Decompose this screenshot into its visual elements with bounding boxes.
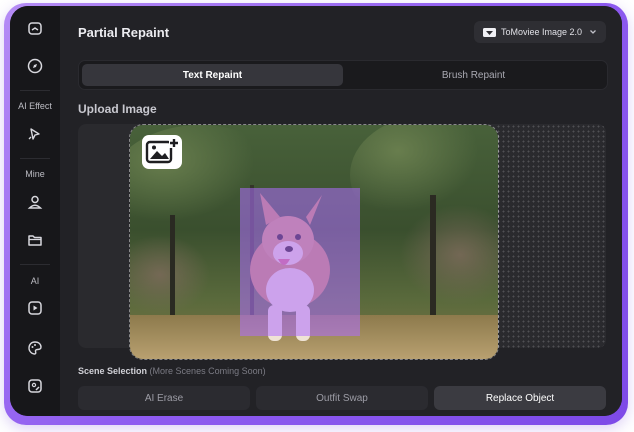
sidebar-divider [20, 264, 50, 265]
app-window: AI Effect Mine AI Partial Repaint ToMovi… [10, 6, 622, 416]
sidebar-divider [20, 158, 50, 159]
main-panel: Partial Repaint ToMoviee Image 2.0 Text … [60, 6, 622, 416]
repaint-mask-overlay[interactable] [240, 188, 360, 336]
user-icon[interactable] [23, 190, 47, 214]
add-image-icon[interactable] [142, 135, 182, 169]
scene-selection-title: Scene Selection (More Scenes Coming Soon… [78, 366, 266, 376]
ai-cursor-icon[interactable] [23, 122, 47, 146]
model-dropdown[interactable]: ToMoviee Image 2.0 [474, 21, 606, 43]
scene-ai-erase-button[interactable]: AI Erase [78, 386, 250, 410]
chevron-down-icon [590, 30, 596, 34]
repaint-mode-tabs: Text Repaint Brush Repaint [78, 60, 608, 90]
page-title: Partial Repaint [78, 25, 170, 40]
sidebar: AI Effect Mine AI [10, 6, 60, 416]
sidebar-section-label: AI Effect [18, 101, 52, 111]
palette-icon[interactable] [23, 336, 47, 360]
compass-icon[interactable] [23, 54, 47, 78]
model-logo-icon [483, 27, 496, 37]
scene-selection-label: Scene Selection [78, 366, 148, 376]
image-edit-icon[interactable] [23, 374, 47, 398]
sidebar-section-label: Mine [25, 169, 45, 179]
scene-replace-object-button[interactable]: Replace Object [434, 386, 606, 410]
uploaded-photo [129, 124, 499, 360]
home-icon[interactable] [23, 16, 47, 40]
model-name: ToMoviee Image 2.0 [501, 27, 583, 37]
tab-text-repaint[interactable]: Text Repaint [82, 64, 343, 86]
scene-outfit-swap-button[interactable]: Outfit Swap [256, 386, 428, 410]
sidebar-divider [20, 90, 50, 91]
upload-section-title: Upload Image [78, 102, 157, 116]
video-play-icon[interactable] [23, 296, 47, 320]
tab-brush-repaint[interactable]: Brush Repaint [343, 64, 604, 86]
dot-pattern [496, 124, 606, 348]
sidebar-section-label: AI [30, 276, 40, 286]
scene-selection-subtitle: (More Scenes Coming Soon) [149, 366, 266, 376]
folder-icon[interactable] [23, 228, 47, 252]
